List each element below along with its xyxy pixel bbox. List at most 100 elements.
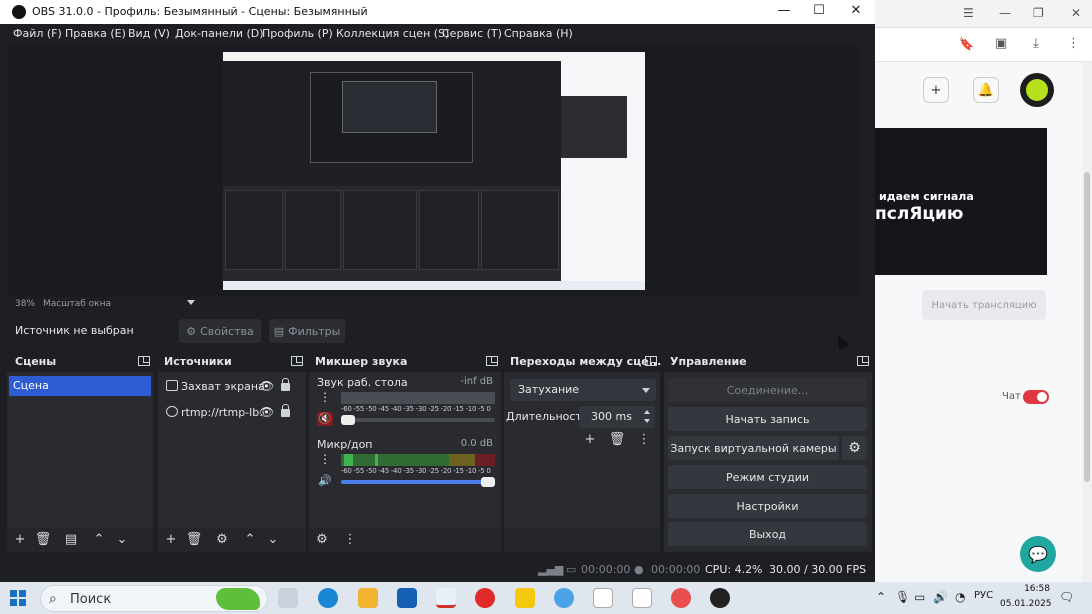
undock-icon[interactable] xyxy=(857,356,869,366)
preview-canvas[interactable] xyxy=(223,52,645,290)
kebab-menu-icon[interactable]: ⋮ xyxy=(319,452,331,466)
mail-icon[interactable] xyxy=(397,588,417,608)
menu-docks[interactable]: Док-панели (D) xyxy=(175,27,264,40)
cloud-icon[interactable] xyxy=(554,588,574,608)
speaker-icon[interactable]: 🔊 xyxy=(933,590,948,604)
scenes-list[interactable]: Сцена xyxy=(7,372,153,528)
support-chat-icon[interactable]: 💬 xyxy=(1020,536,1056,572)
trash-icon[interactable]: 🗑 xyxy=(608,432,626,448)
menu-view[interactable]: Вид (V) xyxy=(128,27,170,40)
bell-icon[interactable]: 🔔 xyxy=(973,77,999,103)
browser-scrollbar[interactable] xyxy=(1082,62,1092,582)
menu-edit[interactable]: Правка (E) xyxy=(65,27,126,40)
undock-icon[interactable] xyxy=(486,356,498,366)
start-stream-button[interactable]: Начать трансляцию xyxy=(922,290,1046,320)
edge-browser-icon[interactable] xyxy=(318,588,338,608)
downloads-icon[interactable]: ⤓ xyxy=(1033,36,1039,51)
chevron-up-icon[interactable]: ⌃ xyxy=(90,532,108,548)
chrome-icon[interactable] xyxy=(671,588,691,608)
monitor-icon[interactable]: ▭ xyxy=(914,590,925,604)
sources-list[interactable]: Захват экрана 👁 rtmp://rtmp-lb.c 👁 xyxy=(158,372,306,528)
lock-icon[interactable] xyxy=(281,378,290,391)
volume-slider-knob[interactable] xyxy=(481,477,495,487)
clock-time[interactable]: 16:58 xyxy=(1008,584,1050,594)
trash-icon[interactable]: 🗑 xyxy=(185,532,203,548)
chevron-up-icon[interactable]: ⌃ xyxy=(876,590,886,604)
gear-icon[interactable]: ⚙ xyxy=(213,532,231,548)
gear-icon[interactable]: ⚙ xyxy=(313,532,331,548)
chevron-down-icon[interactable] xyxy=(187,300,195,305)
stepper-down-icon[interactable] xyxy=(644,419,650,423)
stepper-up-icon[interactable] xyxy=(644,410,650,414)
wifi-icon[interactable]: ◔ xyxy=(955,590,965,604)
menu-file[interactable]: Файл (F) xyxy=(13,27,62,40)
chevron-down-icon[interactable]: ⌄ xyxy=(264,532,282,548)
windows-start-icon[interactable] xyxy=(10,590,26,606)
menu-scene-collection[interactable]: Коллекция сцен (S) xyxy=(336,27,449,40)
yandex-icon[interactable] xyxy=(475,588,495,608)
microphone-icon[interactable]: 🎙 xyxy=(895,590,910,604)
browser-list-icon[interactable]: ☰ xyxy=(963,6,974,20)
studio-mode-button[interactable]: Режим студии xyxy=(668,465,867,489)
browser-close-icon[interactable]: ✕ xyxy=(1071,6,1081,20)
exit-button[interactable]: Выход xyxy=(668,522,867,546)
transition-select[interactable]: Затухание xyxy=(510,379,656,401)
add-icon[interactable]: + xyxy=(162,532,180,548)
connect-button[interactable]: Соединение... xyxy=(668,378,867,402)
eye-icon[interactable]: 👁 xyxy=(259,379,274,393)
taskbar-search[interactable]: ⌕ Поиск xyxy=(40,585,268,612)
add-icon[interactable]: + xyxy=(11,532,29,548)
maximize-icon[interactable]: ☐ xyxy=(809,3,829,18)
properties-button[interactable]: ⚙ Свойства xyxy=(179,319,261,343)
chevron-down-icon[interactable]: ⌄ xyxy=(113,532,131,548)
browser-restore-icon[interactable]: ❐ xyxy=(1033,6,1044,20)
document-icon[interactable] xyxy=(593,588,613,608)
menu-dots-icon[interactable]: ⋮ xyxy=(1067,36,1080,51)
source-item[interactable]: Захват экрана 👁 xyxy=(164,377,296,397)
source-item[interactable]: rtmp://rtmp-lb.c 👁 xyxy=(164,403,296,423)
plus-square-icon[interactable]: + xyxy=(923,77,949,103)
document-icon[interactable] xyxy=(632,588,652,608)
language-indicator[interactable]: РУС xyxy=(974,590,993,601)
undock-icon[interactable] xyxy=(645,356,657,366)
close-icon[interactable]: ✕ xyxy=(846,3,866,18)
yandex-browser-icon[interactable] xyxy=(436,588,456,608)
file-explorer-icon[interactable] xyxy=(358,588,378,608)
user-avatar[interactable] xyxy=(1020,73,1054,107)
filter-icon[interactable]: ▤ xyxy=(62,532,80,548)
undock-icon[interactable] xyxy=(291,356,303,366)
clock-date[interactable]: 05.01.2025 xyxy=(1000,599,1052,609)
collections-icon[interactable]: ▣ xyxy=(995,36,1007,51)
speaker-icon[interactable]: 🔊 xyxy=(317,474,333,488)
lock-icon[interactable] xyxy=(281,404,290,417)
chat-toggle[interactable] xyxy=(1023,390,1049,404)
task-view-icon[interactable] xyxy=(278,588,298,608)
duration-input[interactable]: 300 ms xyxy=(579,406,655,428)
volume-slider-knob[interactable] xyxy=(341,415,355,425)
volume-slider[interactable] xyxy=(341,415,495,425)
kebab-menu-icon[interactable]: ⋮ xyxy=(341,532,359,548)
menu-help[interactable]: Справка (H) xyxy=(504,27,573,40)
settings-button[interactable]: Настройки xyxy=(668,494,867,518)
eye-icon[interactable]: 👁 xyxy=(259,405,274,419)
start-virtual-camera-button[interactable]: Запуск виртуальной камеры xyxy=(668,436,839,460)
start-recording-button[interactable]: Начать запись xyxy=(668,407,867,431)
add-icon[interactable]: + xyxy=(581,432,599,448)
browser-minimize-icon[interactable]: — xyxy=(999,6,1011,20)
minimize-icon[interactable]: — xyxy=(774,3,794,18)
obs-taskbar-icon[interactable] xyxy=(710,588,730,608)
scene-item[interactable]: Сцена xyxy=(9,376,151,396)
chevron-up-icon[interactable]: ⌃ xyxy=(241,532,259,548)
kebab-menu-icon[interactable]: ⋮ xyxy=(319,390,331,404)
undock-icon[interactable] xyxy=(138,356,150,366)
zoom-mode-select[interactable]: Масштаб окна xyxy=(43,299,111,309)
kebab-menu-icon[interactable]: ⋮ xyxy=(635,432,653,448)
trash-icon[interactable]: 🗑 xyxy=(34,532,52,548)
notifications-icon[interactable]: 🗨 xyxy=(1059,590,1074,604)
menu-tools[interactable]: Сервис (T) xyxy=(442,27,502,40)
bookmark-icon[interactable]: 🔖 xyxy=(959,37,974,51)
filters-button[interactable]: ▤ Фильтры xyxy=(269,319,345,343)
volume-slider[interactable] xyxy=(341,477,495,487)
muted-speaker-icon[interactable]: 🔇 xyxy=(317,412,333,426)
virtual-camera-settings-gear-icon[interactable]: ⚙ xyxy=(842,436,867,460)
